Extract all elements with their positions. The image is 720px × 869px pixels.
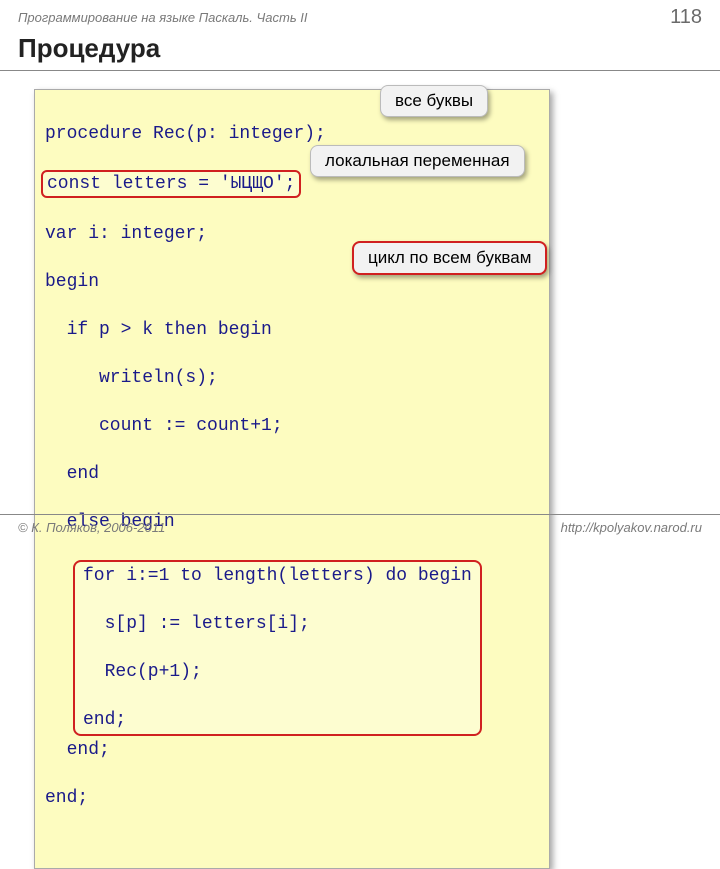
footer-url: http://kpolyakov.narod.ru	[561, 520, 702, 535]
callout-local-var: локальная переменная	[310, 145, 525, 177]
slide-body: procedure Rec(p: integer); const letters…	[0, 71, 720, 869]
code-line: end;	[83, 708, 472, 732]
code-line: end;	[45, 786, 539, 810]
code-line: end;	[45, 738, 539, 762]
page-number: 118	[670, 6, 702, 29]
callout-all-letters: все буквы	[380, 85, 488, 117]
copyright: © К. Поляков, 2006-2011	[18, 520, 165, 535]
footer: © К. Поляков, 2006-2011 http://kpolyakov…	[0, 514, 720, 540]
course-title: Программирование на языке Паскаль. Часть…	[18, 10, 308, 25]
code-line: if p > k then begin	[45, 318, 539, 342]
code-block: procedure Rec(p: integer); const letters…	[34, 89, 550, 869]
code-line: count := count+1;	[45, 414, 539, 438]
code-line: procedure Rec(p: integer);	[45, 122, 539, 146]
code-line: s[p] := letters[i];	[83, 612, 472, 636]
const-highlight: const letters = 'ЫЦЩО';	[41, 170, 301, 198]
code-line: end	[45, 462, 539, 486]
loop-highlight: for i:=1 to length(letters) do begin s[p…	[73, 560, 482, 736]
header: Программирование на языке Паскаль. Часть…	[0, 0, 720, 31]
code-line: Rec(p+1);	[83, 660, 472, 684]
code-line: writeln(s);	[45, 366, 539, 390]
slide-title: Процедура	[0, 31, 720, 71]
callout-loop: цикл по всем буквам	[352, 241, 547, 275]
code-line: for i:=1 to length(letters) do begin	[83, 564, 472, 588]
